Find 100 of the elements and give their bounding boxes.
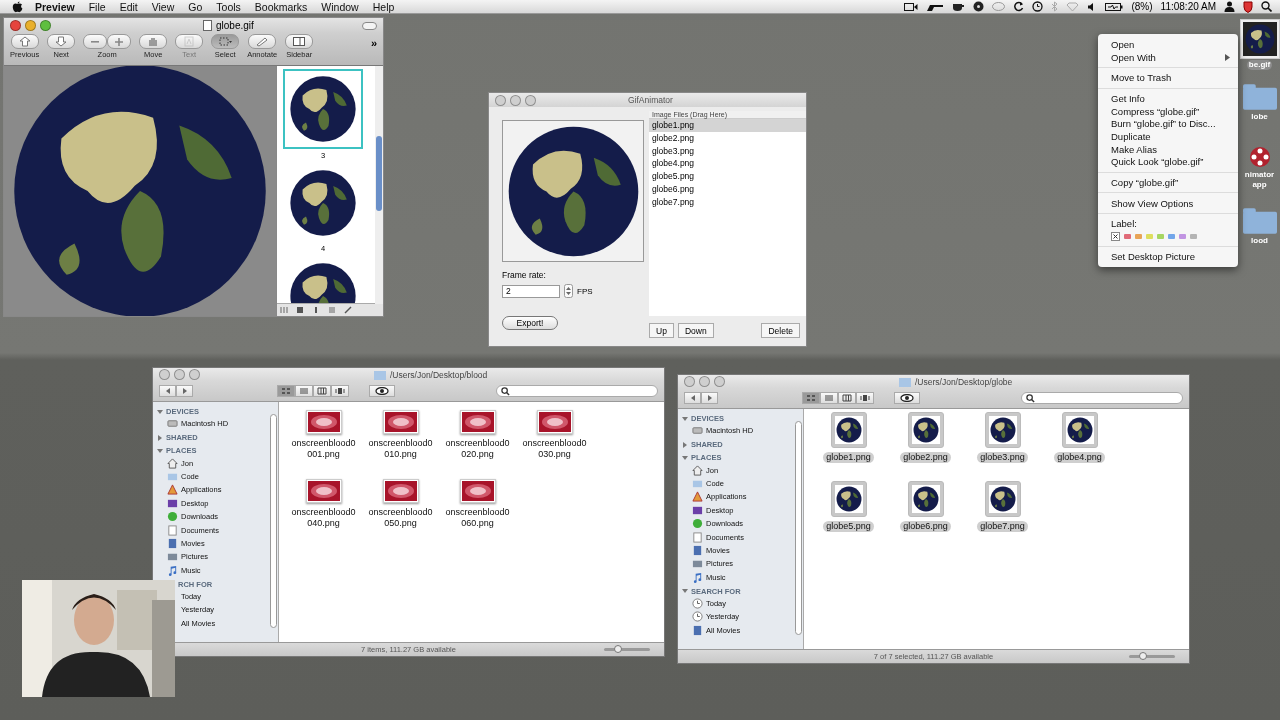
minimize-button[interactable] (25, 20, 36, 31)
battery-icon[interactable] (1105, 1, 1124, 12)
menu-item[interactable]: Edit (112, 0, 145, 13)
file-name[interactable]: globe5.png (823, 521, 874, 532)
disclosure-triangle-icon[interactable] (682, 454, 688, 461)
close-button[interactable] (159, 369, 170, 380)
select-tool-button[interactable] (211, 34, 240, 49)
cup-icon[interactable] (952, 1, 966, 12)
menu-item[interactable]: Bookmarks (247, 0, 315, 13)
disclosure-triangle-icon[interactable] (682, 441, 688, 448)
film-reel-icon[interactable] (1248, 146, 1271, 168)
zoom-button[interactable] (714, 376, 725, 387)
toolbar-overflow-button[interactable]: » (370, 37, 377, 49)
file-thumbnail[interactable] (459, 410, 496, 434)
file-name[interactable]: lobe (1240, 112, 1279, 122)
quick-look-button[interactable] (894, 392, 920, 404)
list-item[interactable]: globe4.png (649, 157, 806, 171)
menu-item[interactable]: Quick Look “globe.gif” (1098, 155, 1238, 169)
file-name[interactable]: onscreenblood0010.png (367, 438, 434, 460)
zoom-button[interactable] (189, 369, 200, 380)
menu-item[interactable]: Copy “globe.gif” (1098, 176, 1238, 189)
next-button[interactable] (47, 34, 76, 49)
file-thumbnail[interactable] (459, 479, 496, 503)
sidebar-button[interactable] (285, 34, 314, 49)
label-color-swatch[interactable] (1124, 233, 1131, 239)
file-thumbnail[interactable] (984, 412, 1021, 448)
back-button[interactable] (684, 392, 701, 404)
zoom-out-button[interactable] (83, 34, 108, 49)
label-color-swatch[interactable] (1190, 233, 1197, 239)
icon-view-button[interactable] (277, 385, 295, 397)
file-name[interactable]: onscreenblood0020.png (444, 438, 511, 460)
quick-look-button[interactable] (369, 385, 395, 397)
slider-thumb[interactable] (613, 645, 622, 653)
minimize-button[interactable] (510, 94, 521, 106)
apple-menu-icon[interactable] (12, 0, 23, 13)
label-color-swatch[interactable] (1157, 233, 1164, 239)
file-name[interactable]: globe4.png (1054, 452, 1105, 463)
file-thumbnail[interactable] (907, 412, 944, 448)
disclosure-triangle-icon[interactable] (682, 415, 688, 422)
close-button[interactable] (10, 20, 21, 31)
menu-item[interactable]: File (81, 0, 113, 13)
label-color-swatch[interactable] (1168, 233, 1175, 239)
no-label-button[interactable] (1111, 231, 1120, 241)
icon-size-slider[interactable] (604, 648, 650, 651)
minimize-button[interactable] (699, 376, 710, 387)
user-icon[interactable] (1224, 1, 1235, 12)
menu-item[interactable]: Move to Trash (1098, 71, 1238, 85)
scrollbar[interactable] (375, 66, 383, 304)
file-name[interactable]: globe2.png (900, 452, 951, 463)
file-name[interactable]: nimator app (1240, 170, 1279, 190)
list-item[interactable]: globe7.png (649, 195, 806, 209)
icon-size-slider[interactable] (1129, 655, 1175, 658)
scrollbar[interactable] (794, 409, 804, 649)
previous-button[interactable] (10, 34, 39, 49)
forward-button[interactable] (701, 392, 718, 404)
menu-item[interactable]: Tools (209, 0, 248, 13)
close-button[interactable] (495, 94, 506, 106)
close-button[interactable] (684, 376, 695, 387)
frame-rate-field[interactable]: 2 (502, 284, 560, 298)
column-view-button[interactable] (313, 385, 331, 397)
square-icon[interactable] (296, 306, 304, 314)
back-button[interactable] (159, 385, 176, 397)
bluetooth-icon[interactable] (1051, 1, 1059, 12)
cover-flow-button[interactable] (856, 392, 874, 404)
speech-bubble-icon[interactable] (992, 1, 1006, 12)
shield-icon[interactable] (1243, 0, 1253, 13)
search-field[interactable] (1021, 392, 1183, 404)
down-button[interactable]: Down (677, 323, 714, 338)
menu-item[interactable]: Go (181, 0, 210, 13)
file-thumbnail[interactable] (536, 410, 573, 434)
label-color-swatch[interactable] (1146, 233, 1153, 239)
file-thumbnail[interactable] (305, 479, 342, 503)
delete-button[interactable]: Delete (761, 323, 800, 338)
menu-item[interactable]: Show View Options (1098, 196, 1238, 210)
scrollbar[interactable] (269, 402, 279, 642)
page-thumbnail[interactable] (283, 69, 363, 149)
list-item[interactable]: globe3.png (649, 144, 806, 158)
list-item[interactable]: globe2.png (649, 131, 806, 145)
file-icon[interactable] (1240, 20, 1279, 58)
file-thumbnail[interactable] (830, 481, 867, 517)
list-item[interactable]: globe5.png (649, 170, 806, 183)
file-name[interactable]: onscreenblood0030.png (521, 438, 588, 460)
zoom-button[interactable] (40, 20, 51, 31)
file-thumbnail[interactable] (1061, 412, 1098, 448)
cover-flow-button[interactable] (331, 385, 349, 397)
battery-percentage[interactable]: (8%) (1131, 1, 1153, 12)
annotate-button[interactable] (248, 34, 277, 49)
file-name[interactable]: onscreenblood0040.png (290, 507, 357, 529)
clock[interactable]: 11:08:20 AM (1160, 1, 1216, 12)
file-name[interactable]: onscreenblood0001.png (290, 438, 357, 460)
menu-item[interactable]: Help (365, 0, 402, 13)
disclosure-triangle-icon[interactable] (157, 434, 163, 441)
list-item[interactable]: globe1.png (649, 119, 806, 132)
menu-item[interactable]: Open With (1098, 50, 1238, 64)
up-button[interactable]: Up (649, 323, 674, 338)
slider-thumb[interactable] (1138, 652, 1147, 660)
folder-icon[interactable] (1242, 84, 1277, 110)
folder-icon[interactable] (1242, 208, 1277, 234)
menu-item[interactable]: Get Info (1098, 92, 1238, 105)
search-field[interactable] (496, 385, 658, 397)
